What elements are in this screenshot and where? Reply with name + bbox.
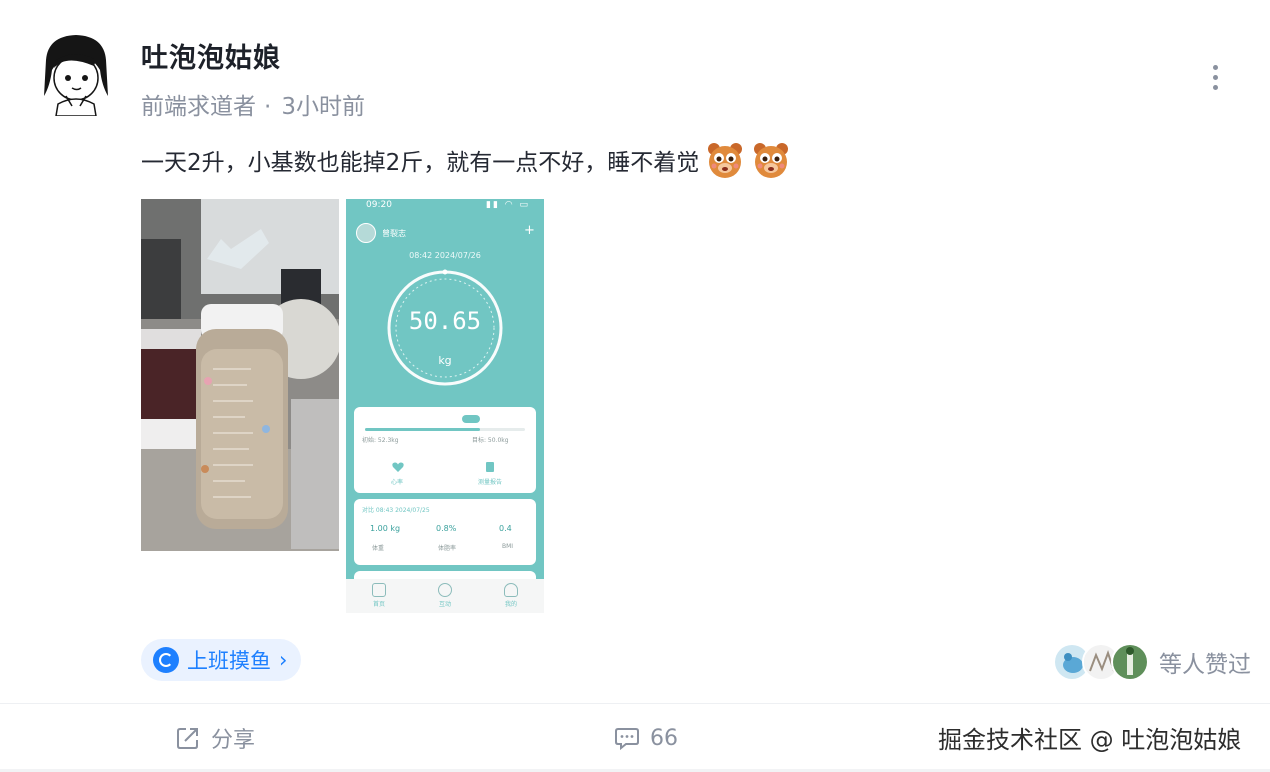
phone-tab: 互动 [430, 583, 460, 608]
phone-weight-value: 50.65 [408, 307, 482, 335]
phone-progress-marker [462, 415, 480, 423]
phone-action-report: 测量报告 [478, 479, 503, 486]
phone-compare-line: 对比 08:43 2024/07/25 [362, 507, 430, 514]
bear-face-emoji [708, 143, 743, 178]
author-name[interactable]: 吐泡泡姑娘 [141, 36, 281, 75]
topic-icon [153, 647, 179, 673]
phone-tab: 我的 [496, 583, 526, 608]
meta-separator: · [264, 94, 272, 120]
phone-user-avatar [356, 223, 376, 243]
phone-plus-icon: + [524, 223, 535, 238]
chevron-right-icon: › [279, 648, 288, 672]
post-time: 3小时前 [281, 94, 365, 120]
phone-progress-bar [365, 428, 525, 431]
post-content: 一天2升，小基数也能掉2斤，就有一点不好，睡不着觉 [141, 140, 791, 180]
phone-status-time: 09:20 [366, 200, 392, 210]
share-label: 分享 [211, 728, 256, 753]
author-avatar[interactable] [36, 30, 116, 117]
report-icon [486, 462, 494, 472]
phone-weight-unit: kg [438, 354, 452, 367]
topic-tag[interactable]: 上班摸鱼 › [141, 639, 302, 681]
topic-label: 上班摸鱼 [187, 649, 271, 673]
phone-signal-icons: ▮▮ ◠ ▭ [486, 200, 530, 210]
phone-progress-goal: 目标: 50.0kg [472, 437, 509, 444]
share-icon [177, 728, 198, 749]
heart-rate-icon [392, 462, 404, 472]
phone-progress-card: 初始: 52.3kg 目标: 50.0kg 心率 测量报告 [354, 407, 536, 493]
comment-count: 66 [650, 725, 678, 751]
liker-avatar [1111, 643, 1149, 681]
phone-compare-card: 对比 08:43 2024/07/25 1.00 kg 0.8% 0.4 体重 … [354, 499, 536, 565]
more-options-icon[interactable] [1200, 60, 1230, 94]
likers-text: 等人赞过 [1159, 652, 1251, 678]
comment-icon [615, 728, 639, 751]
author-meta: 前端求道者 · 3小时前 [141, 87, 365, 121]
phone-progress-fill [365, 428, 481, 431]
actions-divider [0, 703, 1270, 704]
phone-progress-start: 初始: 52.3kg [362, 437, 399, 444]
phone-user: 曾裂志 [356, 223, 406, 243]
post-image-scale-app[interactable]: 09:20 ▮▮ ◠ ▭ 曾裂志 + 08:42 2024/07/26 50.6… [346, 199, 544, 613]
phone-metric-label: 体重 [372, 545, 385, 552]
phone-user-name: 曾裂志 [382, 228, 406, 238]
phone-tab-bar: 首页 互动 我的 [346, 579, 544, 613]
phone-metric-label: BMI [502, 543, 514, 550]
post-image-bottle[interactable] [141, 199, 339, 551]
likers[interactable]: 等人赞过 [1053, 643, 1251, 681]
bear-face-emoji [754, 143, 789, 178]
post-text: 一天2升，小基数也能掉2斤，就有一点不好，睡不着觉 [141, 150, 700, 176]
share-button[interactable]: 分享 [175, 720, 255, 756]
phone-metric-value: 0.8% [436, 524, 457, 533]
phone-action-heart: 心率 [391, 479, 404, 486]
phone-metric-value: 0.4 [499, 524, 512, 533]
comment-button[interactable]: 66 [614, 720, 678, 756]
phone-metric-label: 体脂率 [438, 545, 457, 552]
watermark: 掘金技术社区 @ 吐泡泡姑娘 [938, 726, 1242, 754]
phone-metric-value: 1.00 kg [370, 524, 401, 533]
phone-tab: 首页 [364, 583, 394, 608]
phone-status-bar: 09:20 ▮▮ ◠ ▭ [346, 199, 544, 213]
author-title: 前端求道者 [141, 94, 256, 120]
phone-measure-time: 08:42 2024/07/26 [409, 251, 481, 260]
